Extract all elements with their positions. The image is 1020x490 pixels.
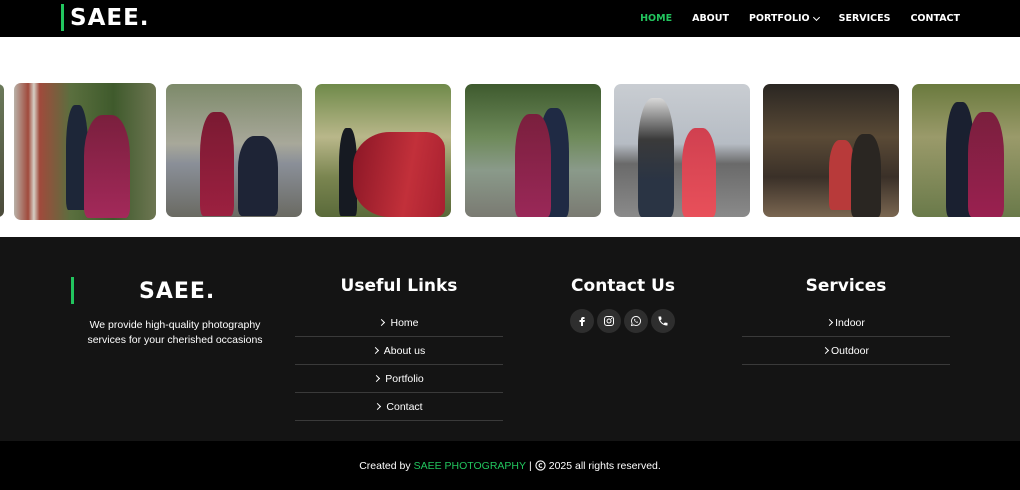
chevron-right-icon	[374, 402, 382, 411]
footer-link-portfolio[interactable]: Portfolio	[295, 365, 503, 393]
footer-link-label: Portfolio	[385, 372, 424, 385]
phone-icon[interactable]	[651, 309, 675, 333]
useful-links-list: Home About us Portfolio Contact	[295, 309, 503, 421]
chevron-right-icon	[821, 346, 830, 355]
gallery-photo[interactable]	[166, 84, 302, 217]
footer-link-label: Contact	[386, 400, 423, 413]
site-logo[interactable]: SAEE.	[61, 4, 150, 31]
chevron-right-icon	[378, 318, 386, 327]
top-navbar: SAEE. HOME ABOUT PORTFOLIO SERVICES CONT…	[0, 0, 1020, 37]
service-link-indoor[interactable]: Indoor	[742, 309, 950, 337]
copyright-divider: |	[529, 459, 532, 472]
service-link-outdoor[interactable]: Outdoor	[742, 337, 950, 365]
footer-logo-text: SAEE.	[139, 279, 216, 304]
copyright-prefix: Created by	[359, 459, 411, 472]
whatsapp-icon[interactable]	[624, 309, 648, 333]
nav-portfolio[interactable]: PORTFOLIO	[748, 13, 820, 24]
service-link-label: Outdoor	[831, 344, 869, 357]
gallery-photo[interactable]	[614, 84, 750, 217]
main-nav: HOME ABOUT PORTFOLIO SERVICES CONTACT	[640, 0, 960, 37]
nav-about[interactable]: ABOUT	[692, 13, 729, 24]
gallery-photo[interactable]	[763, 84, 899, 217]
logo-text: SAEE.	[70, 4, 150, 31]
instagram-icon[interactable]	[597, 309, 621, 333]
nav-home[interactable]: HOME	[640, 13, 672, 24]
chevron-right-icon	[826, 318, 834, 327]
site-footer: SAEE. We provide high-quality photograph…	[0, 237, 1020, 441]
gallery-photo[interactable]	[0, 84, 4, 217]
service-link-label: Indoor	[835, 316, 865, 329]
footer-tagline: We provide high-quality photography serv…	[87, 319, 263, 346]
copyright-icon	[535, 460, 546, 471]
nav-services[interactable]: SERVICES	[839, 13, 891, 24]
logo-accent-bar	[61, 4, 64, 31]
contact-us-title: Contact Us	[571, 276, 675, 296]
social-icons	[570, 309, 675, 333]
facebook-icon[interactable]	[570, 309, 594, 333]
gallery-photo[interactable]	[912, 84, 1020, 217]
footer-link-about[interactable]: About us	[295, 337, 503, 365]
footer-link-contact[interactable]: Contact	[295, 393, 503, 421]
nav-contact[interactable]: CONTACT	[910, 13, 960, 24]
services-title: Services	[805, 276, 887, 296]
gallery-photo[interactable]	[315, 84, 451, 217]
copyright-bar: Created by SAEE PHOTOGRAPHY | 2025 all r…	[0, 441, 1020, 490]
nav-portfolio-label: PORTFOLIO	[748, 13, 810, 24]
footer-link-home[interactable]: Home	[295, 309, 503, 337]
footer-logo-accent-bar	[71, 277, 74, 304]
chevron-down-icon	[812, 13, 820, 21]
useful-links-title: Useful Links	[340, 276, 458, 296]
footer-link-label: Home	[390, 316, 419, 329]
footer-logo[interactable]: SAEE.	[71, 277, 214, 304]
chevron-right-icon	[371, 346, 379, 355]
copyright-suffix: 2025 all rights reserved.	[548, 459, 661, 472]
chevron-right-icon	[373, 374, 381, 383]
footer-link-label: About us	[383, 344, 426, 357]
photo-carousel[interactable]	[0, 37, 1020, 237]
services-list: Indoor Outdoor	[742, 309, 950, 365]
gallery-photo[interactable]	[465, 84, 601, 217]
gallery-photo[interactable]	[14, 83, 156, 220]
copyright-brand-link[interactable]: SAEE PHOTOGRAPHY	[414, 460, 526, 472]
